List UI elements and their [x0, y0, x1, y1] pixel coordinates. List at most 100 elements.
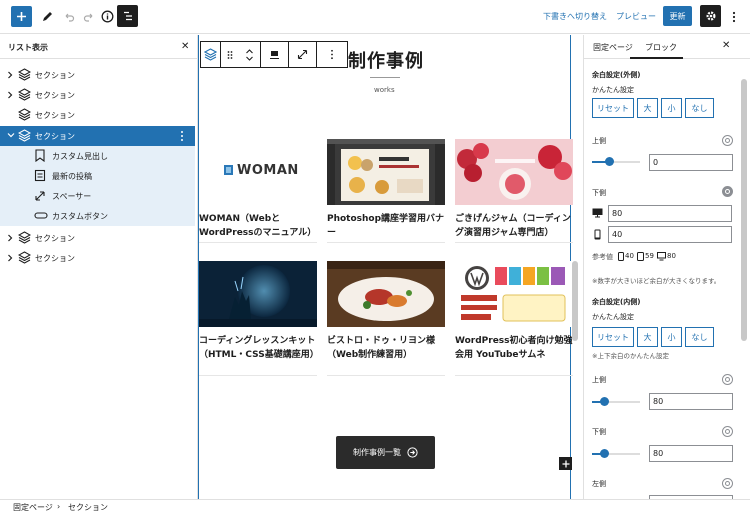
close-sidebar-button[interactable]: ✕ — [722, 40, 730, 51]
inner-bottom-slider[interactable] — [592, 449, 640, 458]
inner-padding-note: ※上下余白のかんたん設定 — [592, 352, 669, 360]
add-inner-block-button[interactable] — [559, 457, 572, 470]
outer-small-button[interactable]: 小 — [661, 98, 682, 118]
update-button[interactable]: 更新 — [663, 6, 692, 26]
wordpress-thumbnail-image — [455, 261, 573, 327]
settings-button[interactable] — [700, 5, 721, 27]
close-list-view-button[interactable]: ✕ — [181, 41, 189, 52]
list-view-button[interactable] — [117, 5, 138, 27]
inner-left-reset-icon[interactable] — [722, 478, 733, 489]
list-item-section-selected[interactable]: セクション — [0, 126, 195, 146]
list-item-custom-heading[interactable]: カスタム見出し — [0, 146, 195, 166]
block-options-button[interactable] — [317, 42, 347, 67]
work-card[interactable]: WordPress初心者向け勉強会用 YouTubeサムネ — [455, 261, 573, 376]
tools-button[interactable] — [36, 6, 57, 27]
list-item-custom-button[interactable]: カスタムボタン — [0, 206, 195, 226]
inner-bottom-input[interactable]: 80 — [649, 445, 733, 462]
chevron-right-icon[interactable] — [7, 91, 13, 99]
undo-button[interactable] — [58, 6, 79, 27]
list-item-section[interactable]: セクション — [0, 248, 195, 268]
sidebar-scrollbar[interactable] — [741, 79, 747, 341]
stack-icon — [18, 231, 31, 244]
resize-arrow-icon — [35, 191, 45, 201]
redo-button[interactable] — [78, 6, 99, 27]
inner-top-slider[interactable] — [592, 397, 640, 406]
work-title: WordPress初心者向け勉強会用 YouTubeサムネ — [455, 336, 573, 360]
inner-none-button[interactable]: なし — [685, 327, 714, 347]
outer-large-button[interactable]: 大 — [637, 98, 658, 118]
outer-margin-note: ※数字が大きいほど余白が大きくなります。 — [592, 277, 721, 285]
inner-padding-heading: 余白設定(内側) — [592, 298, 641, 306]
list-item-label: セクション — [35, 234, 75, 243]
list-item-section[interactable]: セクション — [0, 85, 195, 105]
inner-easy-label: かんたん設定 — [592, 313, 634, 321]
preview-link[interactable]: プレビュー — [616, 11, 656, 22]
list-item-section[interactable]: セクション — [0, 228, 195, 248]
works-list-button[interactable]: 制作事例一覧 — [336, 436, 435, 469]
outer-top-reset-icon[interactable] — [722, 135, 733, 146]
inner-small-button[interactable]: 小 — [661, 327, 682, 347]
work-title: Photoshop講座学習用バナー — [327, 214, 445, 238]
inner-large-button[interactable]: 大 — [637, 327, 658, 347]
canvas-scrollbar[interactable] — [572, 261, 578, 341]
options-button[interactable] — [727, 6, 741, 27]
work-thumbnail-coding-kit — [199, 261, 317, 327]
bookmark-icon — [35, 149, 45, 162]
breadcrumb-section[interactable]: セクション — [68, 502, 108, 513]
outer-top-slider[interactable] — [592, 157, 640, 166]
gear-icon — [705, 11, 716, 21]
inner-reset-button[interactable]: リセット — [592, 327, 634, 347]
list-item-section[interactable]: セクション — [0, 105, 195, 125]
chevron-right-icon[interactable] — [7, 234, 13, 242]
card-divider — [199, 242, 317, 243]
info-icon — [101, 10, 114, 23]
work-card[interactable]: WOMAN WOMAN（Webと WordPressのマニュアル） — [199, 139, 317, 243]
list-item-label: カスタムボタン — [52, 212, 108, 221]
outer-bottom-sp-input[interactable]: 40 — [608, 226, 732, 243]
tab-page[interactable]: 固定ページ — [593, 42, 633, 53]
details-button[interactable] — [97, 6, 118, 27]
add-block-button[interactable] — [11, 6, 32, 27]
inner-bottom-reset-icon[interactable] — [722, 426, 733, 437]
switch-to-draft-link[interactable]: 下書きへ切り替え — [543, 11, 607, 22]
chevron-right-icon[interactable] — [7, 71, 13, 79]
list-item-label: 最新の投稿 — [52, 172, 92, 181]
align-button[interactable] — [261, 42, 289, 67]
fullwidth-button[interactable] — [289, 42, 317, 67]
inner-top-reset-icon[interactable] — [722, 374, 733, 385]
list-item-section[interactable]: セクション — [0, 65, 195, 85]
breadcrumb-page[interactable]: 固定ページ — [13, 502, 53, 513]
move-up-down-buttons[interactable] — [239, 42, 261, 67]
list-item-latest-posts[interactable]: 最新の投稿 — [0, 166, 195, 186]
stack-icon — [18, 251, 31, 264]
drag-handle[interactable] — [221, 42, 239, 67]
card-divider — [327, 375, 445, 376]
chevron-down-icon[interactable] — [7, 132, 15, 138]
reference-values-label: 参考値 — [592, 253, 613, 261]
work-card[interactable]: ごきげんジャム（コーディング演習用ジャム専門店） — [455, 139, 573, 243]
outer-top-label: 上側 — [592, 137, 606, 145]
work-title: ごきげんジャム（コーディング演習用ジャム専門店） — [455, 214, 571, 238]
outer-margin-heading: 余白設定(外側) — [592, 71, 641, 79]
chevron-right-icon[interactable] — [7, 254, 13, 262]
work-card[interactable]: ビストロ・ドゥ・リヨン様（Web制作練習用） — [327, 261, 445, 376]
list-item-spacer[interactable]: スペーサー — [0, 186, 195, 206]
outer-reset-button[interactable]: リセット — [592, 98, 634, 118]
section-heading[interactable]: 制作事例 — [348, 47, 424, 73]
desktop-icon — [592, 208, 603, 218]
work-card[interactable]: Photoshop講座学習用バナー — [327, 139, 445, 243]
section-subheading[interactable]: works — [374, 86, 395, 94]
outer-bottom-pc-input[interactable]: 80 — [608, 205, 732, 222]
vertical-ellipsis-icon — [732, 11, 736, 22]
heading-divider — [370, 77, 400, 78]
list-item-label: セクション — [35, 71, 75, 80]
block-type-button[interactable] — [201, 42, 221, 67]
outer-bottom-reset-icon[interactable] — [722, 186, 733, 197]
tab-block[interactable]: ブロック — [645, 42, 677, 53]
inner-top-input[interactable]: 80 — [649, 393, 733, 410]
outer-top-input[interactable]: 0 — [649, 154, 733, 171]
outer-none-button[interactable]: なし — [685, 98, 714, 118]
work-card[interactable]: コーディングレッスンキット（HTML・CSS基礎講座用） — [199, 261, 319, 376]
vertical-ellipsis-icon[interactable] — [180, 130, 184, 142]
link-icon — [34, 212, 48, 219]
